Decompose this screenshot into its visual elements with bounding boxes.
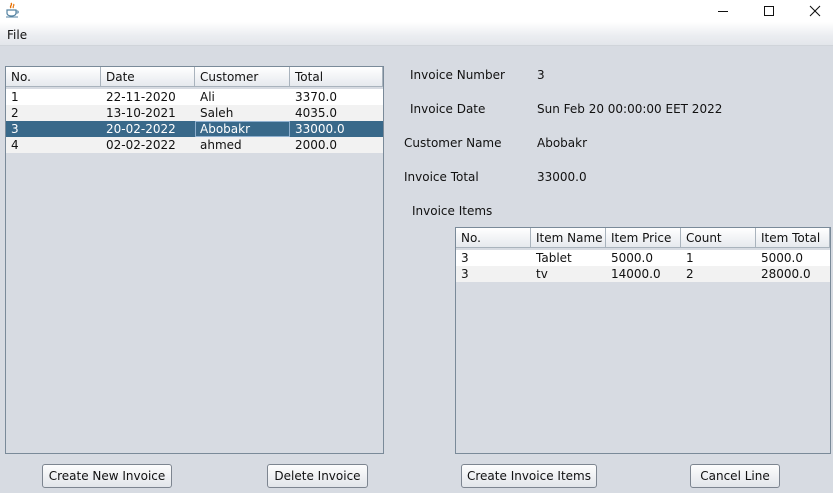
cell-no: 3 bbox=[461, 267, 469, 281]
cell-item-price: 5000.0 bbox=[611, 251, 653, 265]
table-row[interactable]: 3 Tablet 5000.0 1 5000.0 bbox=[456, 250, 830, 266]
java-cup-icon bbox=[6, 2, 19, 18]
invoice-date-value: Sun Feb 20 00:00:00 EET 2022 bbox=[537, 102, 723, 116]
invoice-total-label: Invoice Total bbox=[404, 170, 479, 184]
items-col-item-name[interactable]: Item Name bbox=[531, 228, 606, 247]
cell-count: 2 bbox=[686, 267, 694, 281]
invoices-table[interactable]: No. Date Customer Total 1 22-11-2020 Ali… bbox=[5, 66, 384, 454]
customer-name-label: Customer Name bbox=[404, 136, 502, 150]
cell-total: 3370.0 bbox=[295, 90, 337, 104]
cell-total: 33000.0 bbox=[295, 122, 345, 136]
menu-bar: File bbox=[0, 22, 833, 46]
maximize-icon bbox=[764, 6, 774, 16]
minimize-icon bbox=[718, 11, 728, 12]
invoice-number-value: 3 bbox=[537, 68, 545, 82]
close-button[interactable] bbox=[792, 0, 833, 22]
cell-no: 2 bbox=[11, 106, 19, 120]
minimize-button[interactable] bbox=[700, 0, 746, 22]
table-row[interactable]: 2 13-10-2021 Saleh 4035.0 bbox=[6, 105, 383, 121]
cell-date: 22-11-2020 bbox=[106, 90, 176, 104]
menu-file[interactable]: File bbox=[7, 28, 27, 42]
cell-count: 1 bbox=[686, 251, 694, 265]
cell-item-price: 14000.0 bbox=[611, 267, 661, 281]
cell-item-total: 28000.0 bbox=[761, 267, 811, 281]
title-bar bbox=[0, 0, 833, 22]
maximize-button[interactable] bbox=[746, 0, 792, 22]
invoices-col-date[interactable]: Date bbox=[101, 67, 195, 86]
cell-item-name: tv bbox=[536, 267, 548, 281]
invoice-date-label: Invoice Date bbox=[410, 102, 486, 116]
close-icon bbox=[809, 5, 821, 17]
table-row[interactable]: 4 02-02-2022 ahmed 2000.0 bbox=[6, 137, 383, 153]
items-table-header: No. Item Name Item Price Count Item Tota… bbox=[456, 228, 830, 248]
create-invoice-items-button[interactable]: Create Invoice Items bbox=[461, 464, 597, 488]
cancel-line-button[interactable]: Cancel Line bbox=[690, 464, 780, 488]
cell-date: 02-02-2022 bbox=[106, 138, 176, 152]
table-row[interactable]: 3 tv 14000.0 2 28000.0 bbox=[456, 266, 830, 282]
cell-no: 3 bbox=[461, 251, 469, 265]
cell-item-name: Tablet bbox=[536, 251, 572, 265]
delete-invoice-button[interactable]: Delete Invoice bbox=[267, 464, 368, 488]
table-row-selected[interactable]: 3 20-02-2022 Abobakr 33000.0 bbox=[6, 121, 383, 137]
invoice-items-label: Invoice Items bbox=[412, 204, 493, 218]
cell-item-total: 5000.0 bbox=[761, 251, 803, 265]
cell-no: 4 bbox=[11, 138, 19, 152]
create-new-invoice-button[interactable]: Create New Invoice bbox=[42, 464, 172, 488]
items-col-no[interactable]: No. bbox=[456, 228, 531, 247]
cell-customer: Ali bbox=[200, 90, 215, 104]
cell-customer: Saleh bbox=[200, 106, 234, 120]
cell-no: 3 bbox=[11, 122, 19, 136]
cell-no: 1 bbox=[11, 90, 19, 104]
invoices-col-customer[interactable]: Customer bbox=[195, 67, 290, 86]
invoices-table-header: No. Date Customer Total bbox=[6, 67, 383, 87]
table-row[interactable]: 1 22-11-2020 Ali 3370.0 bbox=[6, 89, 383, 105]
items-col-count[interactable]: Count bbox=[681, 228, 756, 247]
cell-date: 20-02-2022 bbox=[106, 122, 176, 136]
cell-customer: ahmed bbox=[200, 138, 242, 152]
customer-name-value: Abobakr bbox=[537, 136, 588, 150]
invoice-items-table[interactable]: No. Item Name Item Price Count Item Tota… bbox=[455, 227, 831, 454]
items-col-item-total[interactable]: Item Total bbox=[756, 228, 830, 247]
cell-total: 4035.0 bbox=[295, 106, 337, 120]
invoices-col-total[interactable]: Total bbox=[290, 67, 383, 86]
cell-total: 2000.0 bbox=[295, 138, 337, 152]
items-col-item-price[interactable]: Item Price bbox=[606, 228, 681, 247]
invoices-col-no[interactable]: No. bbox=[6, 67, 101, 86]
cell-customer-focused: Abobakr bbox=[195, 121, 290, 137]
cell-date: 13-10-2021 bbox=[106, 106, 176, 120]
invoice-total-value: 33000.0 bbox=[537, 170, 587, 184]
invoice-number-label: Invoice Number bbox=[410, 68, 505, 82]
